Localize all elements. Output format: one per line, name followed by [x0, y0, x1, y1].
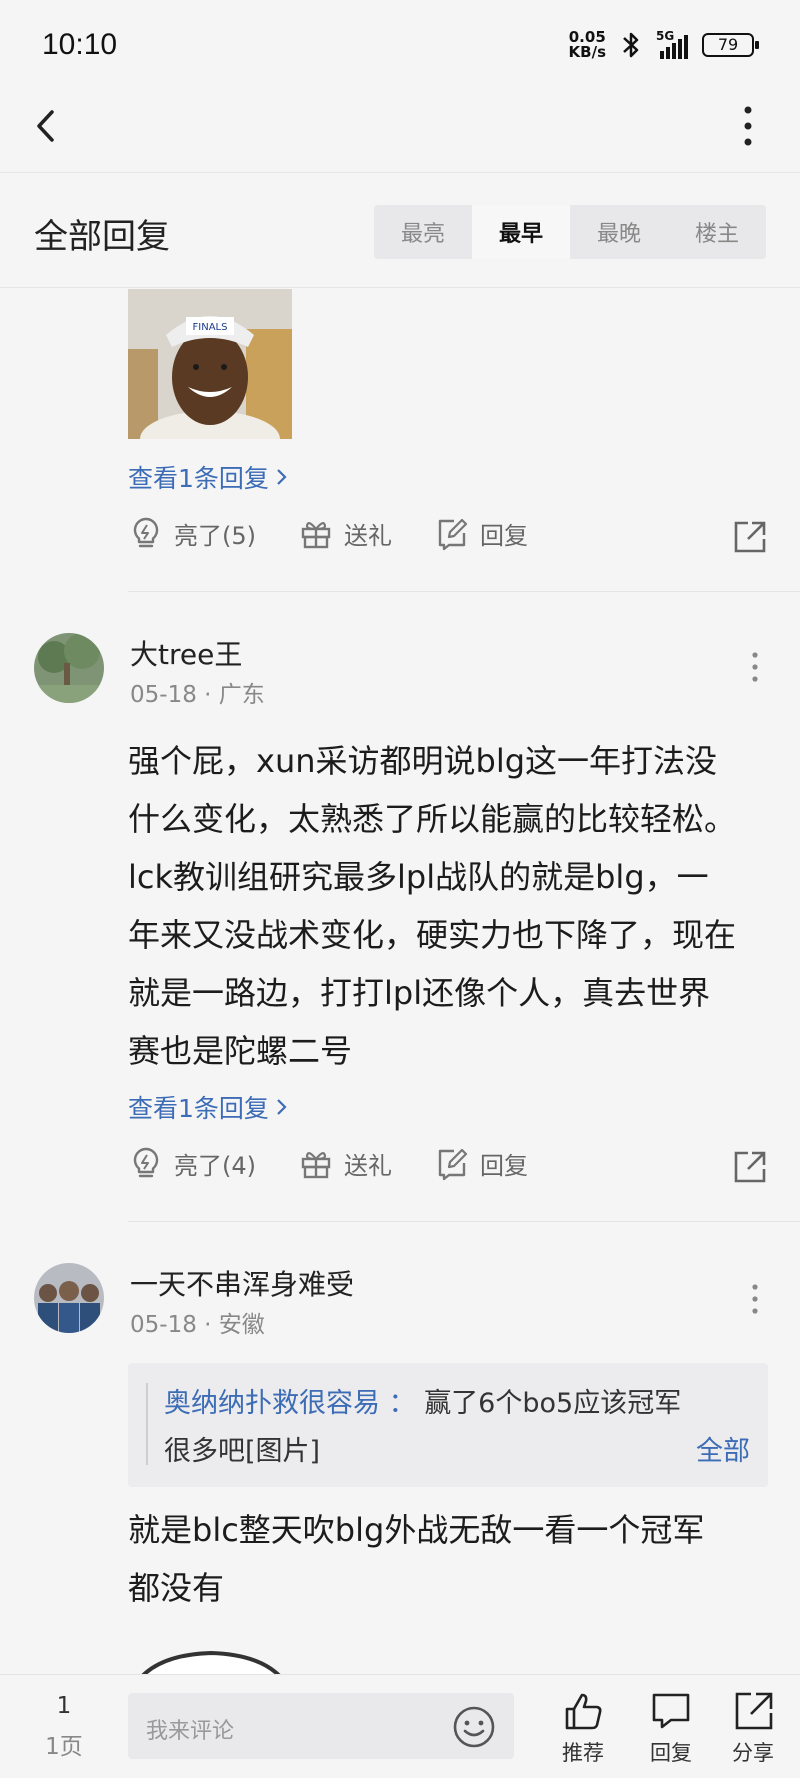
- tab-earliest[interactable]: 最早: [472, 205, 570, 259]
- comment-meta: 05-18 · 安徽: [130, 1312, 265, 1338]
- recommend-button[interactable]: 推荐: [548, 1689, 618, 1767]
- comment-image[interactable]: FINALS: [128, 289, 292, 439]
- more-vertical-icon[interactable]: [750, 651, 760, 683]
- gift-button[interactable]: 送礼: [298, 1145, 392, 1181]
- username[interactable]: 一天不串浑身难受: [130, 1263, 354, 1303]
- status-bar: 10:10 0.05 KB/s 5G 79: [0, 0, 800, 92]
- tab-op-only[interactable]: 楼主: [668, 205, 766, 259]
- chevron-left-icon[interactable]: [30, 106, 62, 146]
- action-row: 亮了(4) 送礼 回复: [128, 1145, 768, 1201]
- status-time: 10:10: [42, 28, 118, 61]
- see-replies-link[interactable]: 查看1条回复: [128, 1089, 289, 1125]
- gift-icon: [301, 522, 331, 549]
- share-icon[interactable]: [732, 1149, 768, 1185]
- more-vertical-icon[interactable]: [750, 1283, 760, 1315]
- quote-second-line: 很多吧[图片]: [164, 1436, 321, 1467]
- status-icons: 0.05 KB/s 5G 79: [568, 28, 759, 61]
- action-row: 亮了(5) 送礼 回复: [128, 515, 768, 571]
- comment-list[interactable]: FINALS 查看1条回复 亮了(5) 送礼 回复 大tree王 05-18 ·…: [0, 289, 800, 1674]
- chevron-right-icon: [277, 469, 287, 485]
- quoted-comment[interactable]: 奥纳纳扑救很容易 ： 赢了6个bo5应该冠军 很多吧[图片] 全部: [128, 1363, 768, 1487]
- like-button[interactable]: 亮了(5): [128, 515, 256, 551]
- svg-text:FINALS: FINALS: [193, 322, 228, 333]
- like-button[interactable]: 亮了(4): [128, 1145, 256, 1181]
- comment-placeholder: 我来评论: [146, 1719, 235, 1744]
- gift-button[interactable]: 送礼: [298, 515, 392, 551]
- chevron-right-icon: [277, 1099, 287, 1115]
- comment-sticker-image[interactable]: [126, 1635, 296, 1674]
- more-vertical-icon[interactable]: [742, 104, 754, 148]
- quote-author[interactable]: 奥纳纳扑救很容易 ：: [164, 1388, 416, 1419]
- divider: [128, 1221, 800, 1222]
- lightbulb-icon: [133, 517, 159, 548]
- network-speed: 0.05 KB/s: [568, 28, 606, 61]
- quote-expand-link[interactable]: 全部: [696, 1429, 750, 1468]
- bluetooth-icon: [623, 32, 639, 58]
- replies-header: 全部回复 最亮 最早 最晚 楼主: [0, 172, 800, 288]
- thumbs-up-icon: [565, 1693, 602, 1730]
- page-number: 1: [56, 1693, 72, 1719]
- edit-reply-icon: [438, 1148, 468, 1181]
- bottom-bar: 1 1页 我来评论 推荐 回复 分享: [0, 1674, 800, 1778]
- comment-bubble-icon: [652, 1693, 690, 1729]
- battery-icon: 79: [702, 33, 759, 57]
- share-icon[interactable]: [732, 519, 768, 555]
- gift-icon: [301, 1152, 331, 1179]
- divider: [128, 591, 800, 592]
- nav-bar: [0, 92, 800, 172]
- emoji-icon[interactable]: [452, 1705, 496, 1749]
- comment-text: 强个屁，xun采访都明说blg这一年打法没 什么变化，太熟悉了所以能赢的比较轻松…: [128, 742, 737, 1070]
- avatar[interactable]: [34, 633, 104, 703]
- username[interactable]: 大tree王: [130, 633, 242, 673]
- replies-title: 全部回复: [34, 217, 170, 257]
- reply-button[interactable]: 回复: [434, 515, 528, 551]
- edit-reply-icon: [438, 518, 468, 551]
- avatar[interactable]: [34, 1263, 104, 1333]
- sort-tabs: 最亮 最早 最晚 楼主: [374, 205, 766, 259]
- comment-input[interactable]: 我来评论: [128, 1693, 514, 1759]
- reply-button[interactable]: 回复: [434, 1145, 528, 1181]
- comment-text: 就是blc整天吹blg外战无敌一看一个冠军 都没有: [128, 1511, 705, 1607]
- tab-latest[interactable]: 最晚: [570, 205, 668, 259]
- reply-bottom-button[interactable]: 回复: [636, 1689, 706, 1767]
- see-replies-link[interactable]: 查看1条回复: [128, 459, 289, 495]
- quote-bar: [146, 1383, 148, 1465]
- share-bottom-button[interactable]: 分享: [718, 1689, 788, 1767]
- lightbulb-icon: [133, 1147, 159, 1178]
- tab-brightest[interactable]: 最亮: [374, 205, 472, 259]
- page-label: 1页: [45, 1734, 83, 1760]
- share-icon: [735, 1692, 773, 1730]
- cellular-signal-icon: 5G: [656, 29, 688, 59]
- quote-first-line: 奥纳纳扑救很容易 ： 赢了6个bo5应该冠军: [164, 1388, 682, 1419]
- comment-meta: 05-18 · 广东: [130, 682, 265, 708]
